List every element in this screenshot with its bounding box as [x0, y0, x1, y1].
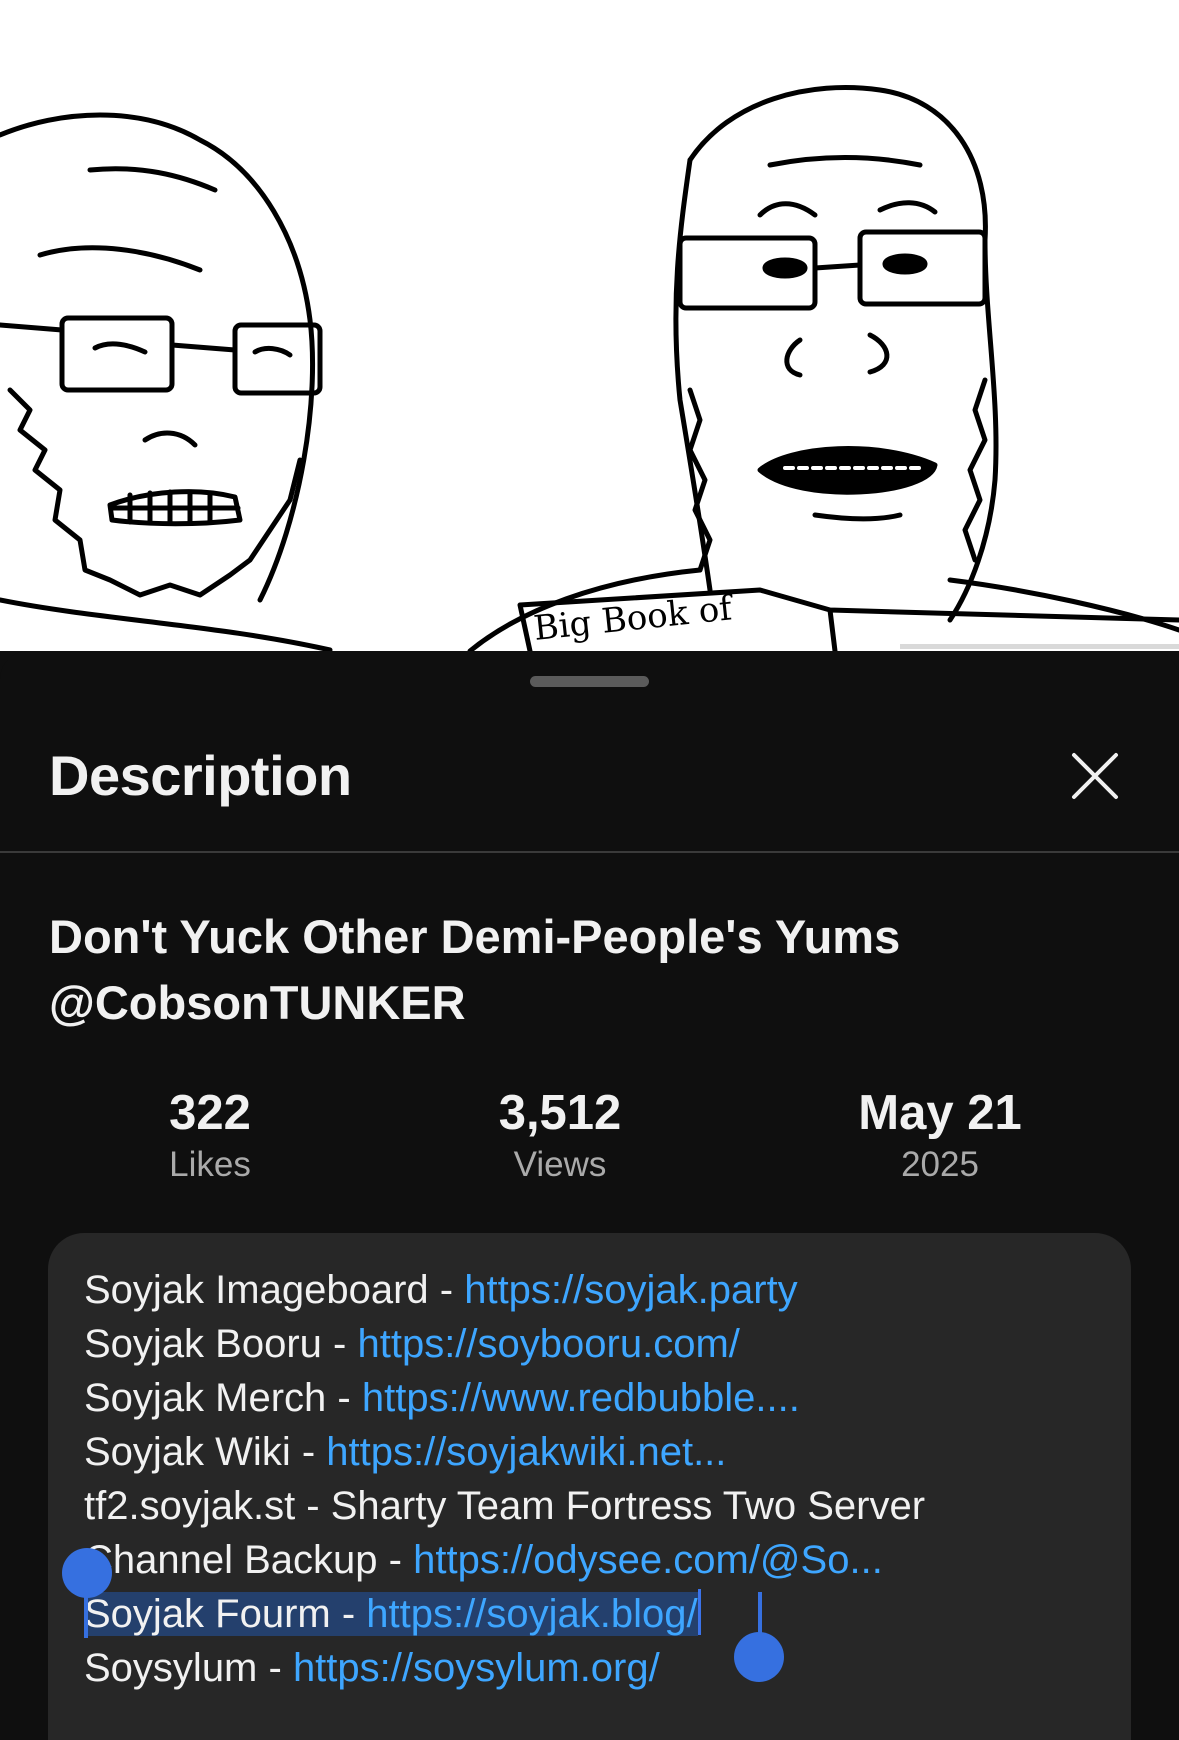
- views-count: 3,512: [498, 1086, 622, 1140]
- description-link[interactable]: https://soysylum.org/: [293, 1646, 660, 1690]
- video-progress-bar[interactable]: [900, 644, 1179, 649]
- video-title: Don't Yuck Other Demi-People's Yums @Cob…: [49, 910, 901, 1029]
- left-figure-brow: [87, 166, 218, 193]
- close-button[interactable]: [1070, 751, 1120, 801]
- views-label: Views: [513, 1145, 607, 1184]
- description-line: tf2.soyjak.st - Sharty Team Fortress Two…: [84, 1479, 1104, 1533]
- stat-date: May 21 2025: [790, 1084, 1090, 1188]
- description-link[interactable]: https://soybooru.com/: [357, 1322, 739, 1366]
- line-text: Soyjak Imageboard -: [84, 1268, 465, 1312]
- line-text: Soyjak Booru -: [84, 1322, 358, 1366]
- description-text: Soyjak Imageboard - https://soyjak.party…: [84, 1263, 1104, 1695]
- text-cursor: [697, 1589, 701, 1635]
- video-player[interactable]: Big Book of: [0, 0, 1179, 651]
- left-figure-head: [0, 112, 316, 603]
- description-box[interactable]: Soyjak Imageboard - https://soyjak.party…: [48, 1233, 1131, 1740]
- sheet-title: Description: [49, 744, 352, 807]
- sheet-drag-handle[interactable]: [530, 676, 649, 687]
- description-line: Soyjak Booru - https://soybooru.com/: [84, 1317, 1104, 1371]
- description-link[interactable]: https://odysee.com/@So...: [413, 1538, 883, 1582]
- line-text: Channel Backup -: [84, 1538, 414, 1582]
- description-line: Soyjak Wiki - https://soyjakwiki.net...: [84, 1425, 1104, 1479]
- video-frame-drawing: Big Book of: [0, 85, 1179, 651]
- line-text: Soyjak Wiki -: [84, 1430, 327, 1474]
- left-figure-glasses-left: [59, 315, 175, 393]
- selection-start-handle[interactable]: [62, 1548, 112, 1598]
- likes-count: 322: [169, 1086, 251, 1140]
- description-line: Soyjak Imageboard - https://soyjak.party: [84, 1263, 1104, 1317]
- description-line: Soyjak Merch - https://www.redbubble....: [84, 1371, 1104, 1425]
- description-link[interactable]: https://www.redbubble....: [362, 1376, 800, 1420]
- upload-date: May 21: [858, 1086, 1022, 1140]
- left-figure-glasses-right: [232, 322, 323, 396]
- description-link[interactable]: https://soyjak.blog/: [366, 1592, 697, 1636]
- likes-label: Likes: [169, 1145, 251, 1184]
- header-divider: [0, 851, 1179, 853]
- description-line-selected: Soyjak Fourm - https://soyjak.blog/: [84, 1587, 1104, 1641]
- line-text: Soyjak Merch -: [84, 1376, 362, 1420]
- description-line: Channel Backup - https://odysee.com/@So.…: [84, 1533, 1104, 1587]
- description-link[interactable]: https://soyjakwiki.net...: [326, 1430, 726, 1474]
- selection-end-handle[interactable]: [734, 1632, 784, 1682]
- stat-likes: 322 Likes: [60, 1084, 360, 1188]
- line-text: Soysylum -: [84, 1646, 293, 1690]
- line-text: tf2.soyjak.st - Sharty Team Fortress Two…: [84, 1484, 926, 1528]
- selected-text-range[interactable]: Soyjak Fourm - https://soyjak.blog/: [84, 1592, 698, 1636]
- close-icon: [1072, 753, 1118, 799]
- description-sheet: Description Don't Yuck Other Demi-People…: [0, 651, 1179, 1740]
- right-figure-head: [687, 85, 999, 623]
- description-link[interactable]: https://soyjak.party: [464, 1268, 797, 1312]
- line-text: Soyjak Fourm -: [84, 1592, 367, 1636]
- description-line: Soysylum - https://soysylum.org/: [84, 1641, 1104, 1695]
- upload-year: 2025: [901, 1145, 979, 1184]
- right-figure-mouth: [757, 446, 938, 495]
- stat-views: 3,512 Views: [410, 1084, 710, 1188]
